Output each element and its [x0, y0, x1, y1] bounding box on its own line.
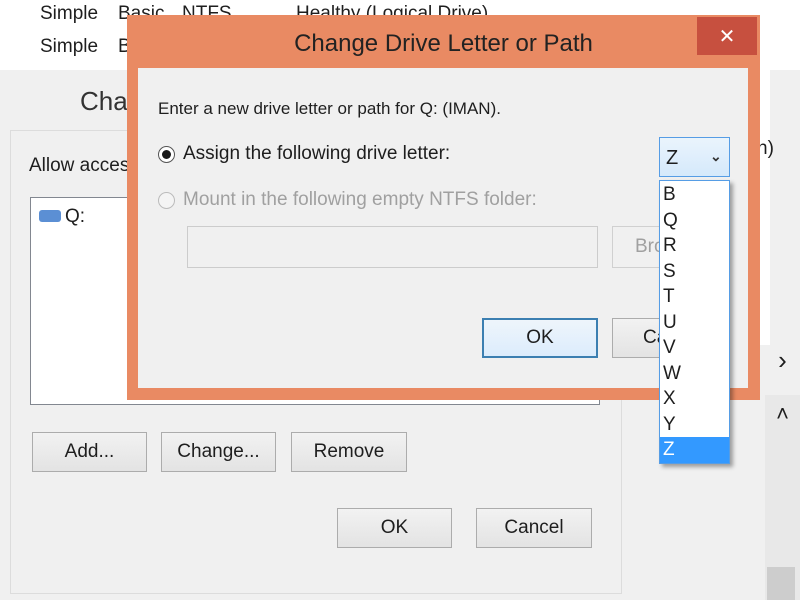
scroll-right-button[interactable]: ›: [765, 345, 800, 380]
cell-layout: Simple: [40, 3, 99, 24]
back-ok-button[interactable]: OK: [337, 508, 452, 548]
close-button[interactable]: ✕: [697, 17, 757, 55]
mount-folder-radio[interactable]: [158, 192, 175, 209]
change-button[interactable]: Change...: [161, 432, 276, 472]
dropdown-option-t[interactable]: T: [660, 284, 729, 310]
assign-letter-radio[interactable]: [158, 146, 175, 163]
dropdown-option-r[interactable]: R: [660, 233, 729, 259]
dropdown-option-z[interactable]: Z: [660, 437, 729, 463]
drive-icon: [39, 210, 61, 222]
combo-value: Z: [666, 147, 679, 169]
dropdown-option-v[interactable]: V: [660, 335, 729, 361]
vertical-scrollbar[interactable]: ˄: [765, 395, 800, 600]
remove-button[interactable]: Remove: [291, 432, 407, 472]
cell-layout: Simple: [40, 36, 99, 57]
scroll-thumb[interactable]: [767, 567, 795, 600]
allow-access-label: Allow access: [29, 155, 139, 176]
assign-letter-label[interactable]: Assign the following drive letter:: [183, 143, 450, 165]
dropdown-option-s[interactable]: S: [660, 259, 729, 285]
back-cancel-button[interactable]: Cancel: [476, 508, 592, 548]
dropdown-option-w[interactable]: W: [660, 361, 729, 387]
prompt-text: Enter a new drive letter or path for Q: …: [158, 99, 501, 118]
folder-path-input[interactable]: [187, 226, 598, 268]
drive-letter-combo[interactable]: Z ⌄: [659, 137, 730, 177]
add-button[interactable]: Add...: [32, 432, 147, 472]
scroll-up-button[interactable]: ˄: [765, 401, 800, 427]
ok-button[interactable]: OK: [482, 318, 598, 358]
chevron-down-icon: ⌄: [710, 148, 722, 164]
drive-item[interactable]: Q:: [65, 206, 85, 228]
dropdown-option-y[interactable]: Y: [660, 412, 729, 438]
mount-folder-label[interactable]: Mount in the following empty NTFS folder…: [183, 189, 537, 211]
dropdown-option-b[interactable]: B: [660, 182, 729, 208]
dialog-title: Change Drive Letter or Path: [294, 30, 593, 57]
dropdown-option-x[interactable]: X: [660, 386, 729, 412]
dropdown-option-u[interactable]: U: [660, 310, 729, 336]
drive-letter-dropdown[interactable]: BQRSTUVWXYZ: [659, 180, 730, 464]
dropdown-option-q[interactable]: Q: [660, 208, 729, 234]
